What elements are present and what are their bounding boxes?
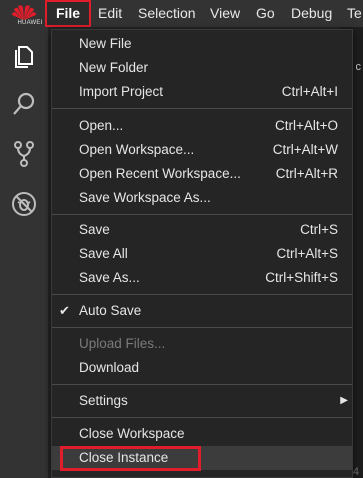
menu-item-shortcut: Ctrl+Alt+R xyxy=(275,166,338,181)
extensions-debug-icon[interactable] xyxy=(10,190,38,218)
menu-item-label: Open... xyxy=(79,118,124,133)
menu-item-save-as[interactable]: Save As... Ctrl+Shift+S xyxy=(52,266,352,290)
menu-item-shortcut: Ctrl+Alt+S xyxy=(276,246,338,261)
menu-item-save-all[interactable]: Save All Ctrl+Alt+S xyxy=(52,242,352,266)
file-menu-dropdown: New File New Folder Import Project Ctrl+… xyxy=(51,29,353,478)
menu-item-label: Save All xyxy=(79,246,128,261)
menu-item-label: Upload Files... xyxy=(79,336,166,351)
menu-item-new-file[interactable]: New File xyxy=(52,32,352,56)
menu-separator xyxy=(52,384,352,385)
menu-go[interactable]: Go xyxy=(256,0,275,27)
menu-separator xyxy=(52,108,352,109)
search-icon[interactable] xyxy=(10,90,38,118)
menu-item-open-workspace[interactable]: Open Workspace... Ctrl+Alt+W xyxy=(52,138,352,162)
menu-separator xyxy=(52,417,352,418)
editor-text: c xyxy=(355,61,362,73)
menu-item-label: New File xyxy=(79,36,132,51)
menu-item-label: Save xyxy=(79,222,110,237)
menu-view[interactable]: View xyxy=(210,0,240,27)
menu-item-open-recent-workspace[interactable]: Open Recent Workspace... Ctrl+Alt+R xyxy=(52,162,352,186)
activity-bar: HUAWEI xyxy=(0,0,48,478)
menubar: File Edit Selection View Go Debug Te xyxy=(45,0,363,27)
explorer-icon[interactable] xyxy=(10,42,38,70)
menu-separator xyxy=(52,214,352,215)
menu-file[interactable]: File xyxy=(45,0,91,27)
menu-item-shortcut: Ctrl+S xyxy=(300,222,338,237)
menu-item-label: Close Workspace xyxy=(79,426,185,441)
menu-debug[interactable]: Debug xyxy=(291,0,332,27)
source-control-icon[interactable] xyxy=(10,140,38,168)
menu-separator xyxy=(52,294,352,295)
menu-item-label: Open Workspace... xyxy=(79,142,195,157)
menu-item-shortcut: Ctrl+Alt+O xyxy=(274,118,338,133)
menu-item-new-folder[interactable]: New Folder xyxy=(52,56,352,80)
submenu-arrow-icon: ▶ xyxy=(340,395,348,406)
huawei-logo: HUAWEI xyxy=(6,2,42,32)
highlight-box xyxy=(60,446,201,471)
checkmark-icon: ✔ xyxy=(59,303,70,318)
menu-separator xyxy=(52,327,352,328)
menu-item-upload-files: Upload Files... xyxy=(52,332,352,356)
menu-item-close-workspace[interactable]: Close Workspace xyxy=(52,422,352,446)
menu-item-label: Settings xyxy=(79,393,128,408)
menu-item-label: Import Project xyxy=(79,84,164,99)
menu-item-shortcut: Ctrl+Shift+S xyxy=(265,270,338,285)
menu-item-save[interactable]: Save Ctrl+S xyxy=(52,218,352,242)
menu-item-shortcut: Ctrl+Alt+W xyxy=(272,142,338,157)
menu-item-settings[interactable]: Settings ▶ xyxy=(52,389,352,413)
menu-item-label: New Folder xyxy=(79,60,149,75)
menu-edit[interactable]: Edit xyxy=(98,0,122,27)
menu-terminal[interactable]: Te xyxy=(347,0,362,27)
menu-item-label: Auto Save xyxy=(79,303,142,318)
menu-item-import-project[interactable]: Import Project Ctrl+Alt+I xyxy=(52,80,352,104)
menu-item-shortcut: Ctrl+Alt+I xyxy=(281,84,338,99)
menu-selection[interactable]: Selection xyxy=(138,0,196,27)
menu-item-save-workspace-as[interactable]: Save Workspace As... xyxy=(52,186,352,210)
menu-item-label: Save As... xyxy=(79,270,140,285)
menu-item-download[interactable]: Download xyxy=(52,356,352,380)
menu-item-label: Save Workspace As... xyxy=(79,190,211,205)
menu-item-open[interactable]: Open... Ctrl+Alt+O xyxy=(52,114,352,138)
menu-item-auto-save[interactable]: ✔ Auto Save xyxy=(52,299,352,323)
menu-item-label: Download xyxy=(79,360,140,375)
menu-item-label: Open Recent Workspace... xyxy=(79,166,241,181)
